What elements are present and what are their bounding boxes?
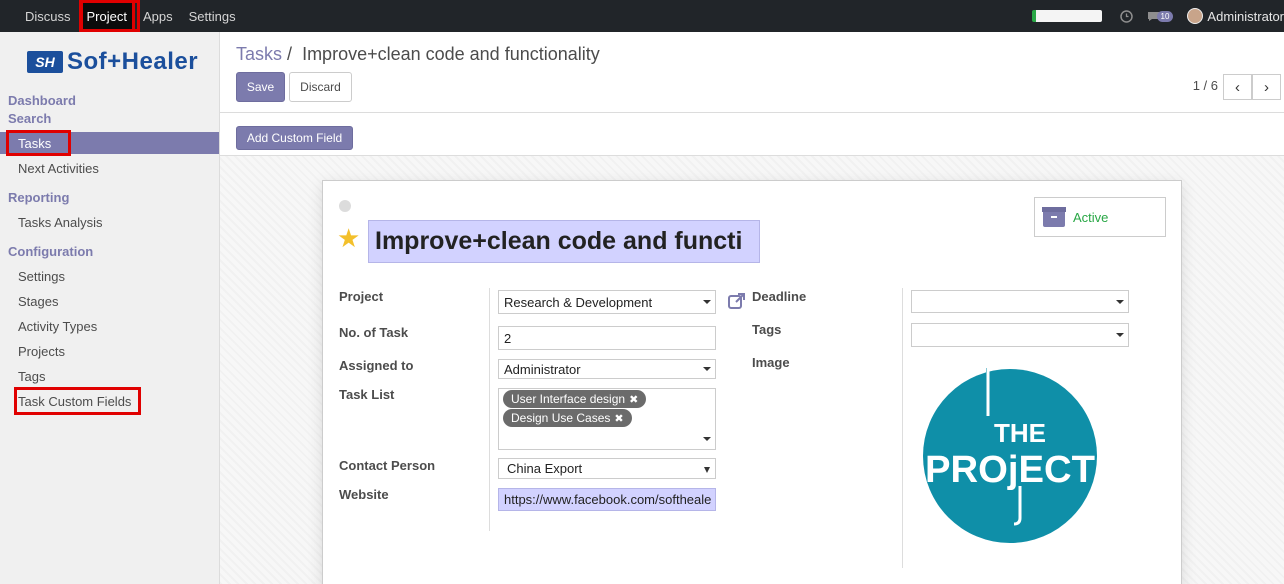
active-label: Active <box>1073 209 1109 225</box>
remove-tag-icon[interactable]: ✖ <box>614 412 623 425</box>
label-tags: Tags <box>752 322 782 337</box>
sidebar-item-projects[interactable]: Projects <box>0 340 219 362</box>
logo-text: Sof+Healer <box>67 48 199 75</box>
label-no-of-task: No. of Task <box>339 325 409 340</box>
label-contact-person: Contact Person <box>339 458 436 473</box>
archive-icon <box>1042 207 1066 227</box>
sidebar-item-stages[interactable]: Stages <box>0 290 219 312</box>
chat-count-badge: 10 <box>1156 10 1174 22</box>
project-logo-image[interactable]: THE PROjECT <box>922 368 1098 544</box>
dropdown-caret-icon <box>703 437 711 441</box>
sidebar-section-search[interactable]: Search <box>8 111 51 126</box>
top-navbar: Discuss Project Apps Settings 10 Adminis… <box>0 0 1284 32</box>
chevron-right-icon: › <box>1264 78 1269 96</box>
sidebar-item-tasks-analysis[interactable]: Tasks Analysis <box>0 211 219 233</box>
remove-tag-icon[interactable]: ✖ <box>629 393 638 406</box>
kanban-state-dot[interactable] <box>339 200 351 212</box>
chat-icon[interactable]: 10 <box>1147 10 1174 22</box>
project-logo-text-main: PROjECT <box>925 449 1095 491</box>
contact-person-value: China Export <box>507 461 583 476</box>
sidebar-item-tasks[interactable]: Tasks <box>0 132 219 154</box>
task-list-tag[interactable]: User Interface design ✖ <box>503 390 647 408</box>
sidebar-section-reporting[interactable]: Reporting <box>8 190 69 205</box>
tag-label: Design Use Cases <box>511 411 611 425</box>
label-deadline: Deadline <box>752 289 807 304</box>
task-title-input[interactable]: Improve+clean code and functi <box>368 220 760 263</box>
breadcrumb-tasks-link[interactable]: Tasks <box>236 44 282 64</box>
pager-previous-button[interactable]: ‹ <box>1223 74 1252 100</box>
breadcrumb-separator: / <box>287 44 293 64</box>
label-task-list: Task List <box>339 387 395 402</box>
sidebar-item-activity-types[interactable]: Activity Types <box>0 315 219 337</box>
external-link-icon[interactable] <box>727 291 747 311</box>
onboarding-progress-bar[interactable] <box>1031 10 1102 22</box>
pager-value[interactable]: 1 / 6 <box>1193 78 1218 93</box>
dropdown-caret-icon <box>1116 299 1124 304</box>
sidebar-item-tags[interactable]: Tags <box>0 365 219 387</box>
task-list-tag[interactable]: Design Use Cases ✖ <box>503 409 632 427</box>
no-of-task-input[interactable]: 2 <box>498 326 716 350</box>
label-image: Image <box>752 355 790 370</box>
save-button[interactable]: Save <box>236 72 285 102</box>
no-of-task-value: 2 <box>504 330 512 346</box>
nav-settings[interactable]: Settings <box>181 0 244 32</box>
chevron-left-icon: ‹ <box>1235 78 1240 96</box>
activity-clock-icon[interactable] <box>1119 9 1133 23</box>
dropdown-caret-icon <box>1116 333 1124 337</box>
deadline-input[interactable] <box>911 290 1129 313</box>
label-assigned-to: Assigned to <box>339 358 414 373</box>
logo-mark: SH <box>27 51 63 73</box>
sidebar-item-task-custom-fields[interactable]: Task Custom Fields <box>0 390 219 412</box>
project-select[interactable]: Research & Development <box>498 290 716 314</box>
active-toggle-button[interactable]: Active <box>1034 197 1166 237</box>
user-menu[interactable]: Administrator <box>1207 9 1284 24</box>
softhealer-logo: SH Sof+Healer <box>27 48 199 75</box>
form-statusbar <box>220 113 1284 156</box>
dropdown-caret-icon <box>703 300 711 304</box>
breadcrumb-current: Improve+clean code and functionality <box>302 44 600 64</box>
right-group-separator <box>902 288 903 568</box>
label-website: Website <box>339 487 389 502</box>
website-input[interactable]: https://www.facebook.com/softheale <box>498 488 716 511</box>
sidebar-section-dashboard[interactable]: Dashboard <box>8 93 76 108</box>
website-value: https://www.facebook.com/softheale <box>504 492 712 507</box>
pager-next-button[interactable]: › <box>1252 74 1281 100</box>
assigned-to-value: Administrator <box>504 361 581 377</box>
sidebar-section-configuration[interactable]: Configuration <box>8 244 93 259</box>
discard-button[interactable]: Discard <box>289 72 352 102</box>
dropdown-caret-icon <box>703 367 711 371</box>
nav-project[interactable]: Project <box>78 0 135 32</box>
tags-input[interactable] <box>911 323 1129 347</box>
breadcrumb: Tasks / Improve+clean code and functiona… <box>236 44 600 65</box>
sidebar-item-next-activities[interactable]: Next Activities <box>0 157 219 179</box>
label-project: Project <box>339 289 384 304</box>
tag-label: User Interface design <box>511 392 626 406</box>
assigned-to-select[interactable]: Administrator <box>498 359 716 379</box>
nav-apps[interactable]: Apps <box>135 0 181 32</box>
add-custom-field-button[interactable]: Add Custom Field <box>236 126 353 150</box>
project-value: Research & Development <box>504 294 653 310</box>
left-group-separator <box>489 288 490 531</box>
contact-person-select[interactable]: China Export <box>498 458 716 479</box>
nav-discuss[interactable]: Discuss <box>17 0 79 32</box>
project-logo-text-top: THE <box>994 418 1046 448</box>
sidebar-item-settings[interactable]: Settings <box>0 265 219 287</box>
dropdown-caret-icon <box>704 466 710 473</box>
user-avatar[interactable] <box>1187 8 1204 24</box>
priority-star-icon[interactable]: ★ <box>337 224 360 252</box>
